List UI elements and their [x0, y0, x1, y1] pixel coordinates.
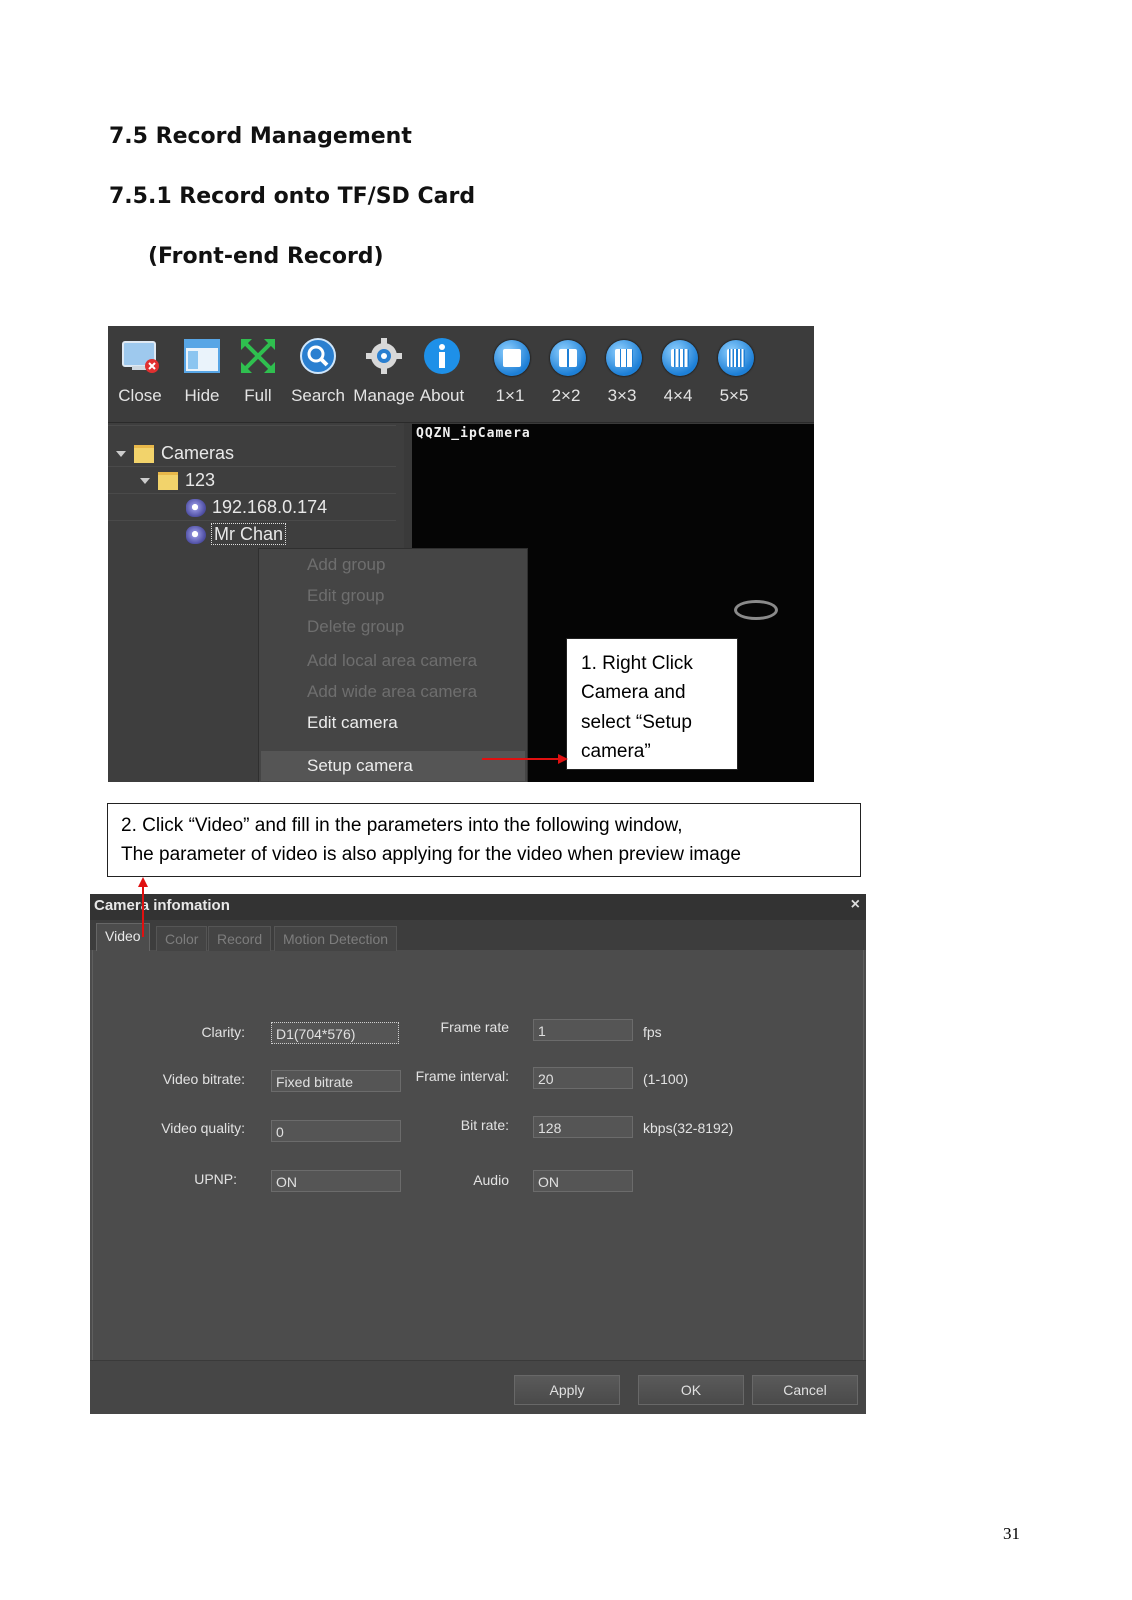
menu-item-edit-camera[interactable]: Edit camera [307, 709, 398, 737]
grid-4x4-icon [658, 336, 698, 376]
info-icon [422, 336, 462, 376]
subsection-heading: 7.5.1 Record onto TF/SD Card [109, 184, 476, 209]
frame-interval-input[interactable]: 20 [533, 1067, 633, 1089]
video-bitrate-select[interactable]: Fixed bitrate [271, 1070, 401, 1092]
bit-rate-input[interactable]: 128 [533, 1116, 633, 1138]
grid-5x5-icon [714, 336, 754, 376]
manage-button[interactable]: Manage [353, 332, 415, 418]
tree-node-label: 123 [185, 470, 216, 490]
context-menu: Add group Edit group Delete group Add lo… [258, 548, 528, 782]
window-hide-icon [182, 336, 222, 376]
annotation-arrow-head [138, 877, 148, 887]
menu-item-setup-camera[interactable]: Setup camera [307, 752, 413, 780]
tree-node-group[interactable]: 123 [140, 468, 215, 492]
frame-rate-label: Frame rate [440, 1019, 509, 1035]
layout-5x5-button[interactable]: 5×5 [704, 332, 764, 418]
video-quality-input[interactable]: 0 [271, 1120, 401, 1142]
dialog-tabs: Video Color Record Motion Detection [90, 920, 866, 951]
close-icon[interactable]: × [851, 896, 860, 914]
video-bitrate-label: Video bitrate: [162, 1071, 245, 1087]
bit-rate-label: Bit rate: [460, 1117, 509, 1133]
video-scene-lamp [734, 600, 778, 620]
menu-item-delete-group[interactable]: Delete group [307, 613, 404, 641]
full-screen-button[interactable]: Full [228, 332, 288, 418]
dialog-title-bar: Camera infomation × [90, 894, 866, 920]
audio-select[interactable]: ON [533, 1170, 633, 1192]
clarity-select[interactable]: D1(704*576) [271, 1022, 399, 1044]
callout-line: select “Setup [581, 712, 692, 733]
upnp-label: UPNP: [194, 1171, 237, 1187]
frame-rate-input[interactable]: 1 [533, 1019, 633, 1041]
grid-3x3-icon [602, 336, 642, 376]
dialog-footer: Apply OK Cancel [90, 1360, 866, 1414]
upnp-select[interactable]: ON [271, 1170, 401, 1192]
subsection-subtitle: (Front-end Record) [148, 244, 384, 269]
grid-1x1-icon [490, 336, 530, 376]
expand-arrow-icon[interactable] [116, 451, 126, 458]
callout-line: The parameter of video is also applying … [121, 844, 741, 865]
tab-record[interactable]: Record [208, 926, 272, 951]
ok-button[interactable]: OK [638, 1375, 744, 1405]
instruction-callout-step1: 1. Right Click Camera and select “Setup … [566, 638, 738, 770]
gear-icon [364, 336, 404, 376]
tree-node-label: Mr Chan [210, 523, 287, 545]
page-number: 31 [1003, 1524, 1020, 1543]
tab-color[interactable]: Color [156, 926, 208, 951]
tree-node-label: Cameras [161, 443, 235, 463]
clarity-label: Clarity: [201, 1024, 245, 1040]
annotation-arrow-line [482, 758, 560, 760]
search-button[interactable]: Search [288, 332, 348, 418]
toolbar-button-label: Search [291, 386, 345, 405]
folder-icon [134, 445, 154, 464]
tree-node-label: 192.168.0.174 [212, 497, 328, 517]
annotation-arrow-head [558, 754, 568, 764]
camera-icon [186, 526, 206, 545]
bit-rate-range: kbps(32-8192) [643, 1120, 734, 1136]
folder-icon [158, 472, 178, 491]
dialog-title: Camera infomation [94, 897, 230, 914]
video-quality-label: Video quality: [161, 1120, 245, 1136]
expand-arrow-icon[interactable] [140, 478, 150, 485]
tree-node-camera[interactable]: 192.168.0.174 [186, 495, 327, 519]
menu-item-add-group[interactable]: Add group [307, 551, 385, 579]
grid-2x2-icon [546, 336, 586, 376]
tab-motion-detection[interactable]: Motion Detection [274, 926, 398, 951]
tree-divider [108, 520, 396, 521]
menu-item-add-local-area-camera[interactable]: Add local area camera [307, 647, 477, 675]
video-osd-text: QQZN_ipCamera [416, 426, 531, 441]
callout-line: 1. Right Click [581, 653, 693, 674]
camera-icon [186, 499, 206, 518]
tree-divider [108, 425, 396, 426]
section-heading: 7.5 Record Management [109, 124, 412, 149]
annotation-arrow-line [142, 885, 144, 937]
fullscreen-arrows-icon [238, 336, 278, 376]
frame-rate-unit: fps [643, 1024, 662, 1040]
tree-divider [108, 466, 396, 467]
frame-interval-range: (1-100) [643, 1071, 689, 1087]
monitor-close-icon [120, 336, 160, 376]
audio-label: Audio [473, 1172, 509, 1188]
tree-node-cameras[interactable]: Cameras [116, 441, 234, 465]
apply-button[interactable]: Apply [514, 1375, 620, 1405]
menu-item-edit-group[interactable]: Edit group [307, 582, 385, 610]
close-button[interactable]: Close [110, 332, 170, 418]
callout-line: Camera and [581, 682, 686, 703]
callout-line: 2. Click “Video” and fill in the paramet… [121, 815, 683, 836]
tree-node-camera-selected[interactable]: Mr Chan [186, 522, 287, 546]
toolbar-button-label: 5×5 [719, 386, 749, 405]
video-settings-panel: Clarity: D1(704*576) Video bitrate: Fixe… [92, 950, 864, 1361]
callout-line: camera” [581, 741, 651, 762]
magnifier-icon [298, 336, 338, 376]
toolbar-button-label: About [419, 386, 465, 405]
tree-divider [108, 493, 396, 494]
frame-interval-label: Frame interval: [415, 1068, 509, 1084]
about-button[interactable]: About [412, 332, 472, 418]
instruction-callout-step2: 2. Click “Video” and fill in the paramet… [107, 803, 861, 877]
menu-item-add-wide-area-camera[interactable]: Add wide area camera [307, 678, 477, 706]
cancel-button[interactable]: Cancel [752, 1375, 858, 1405]
main-toolbar: Close Hide Full Search Manage About 1×1 … [108, 326, 814, 423]
camera-information-dialog: Camera infomation × Video Color Record M… [90, 894, 866, 1414]
